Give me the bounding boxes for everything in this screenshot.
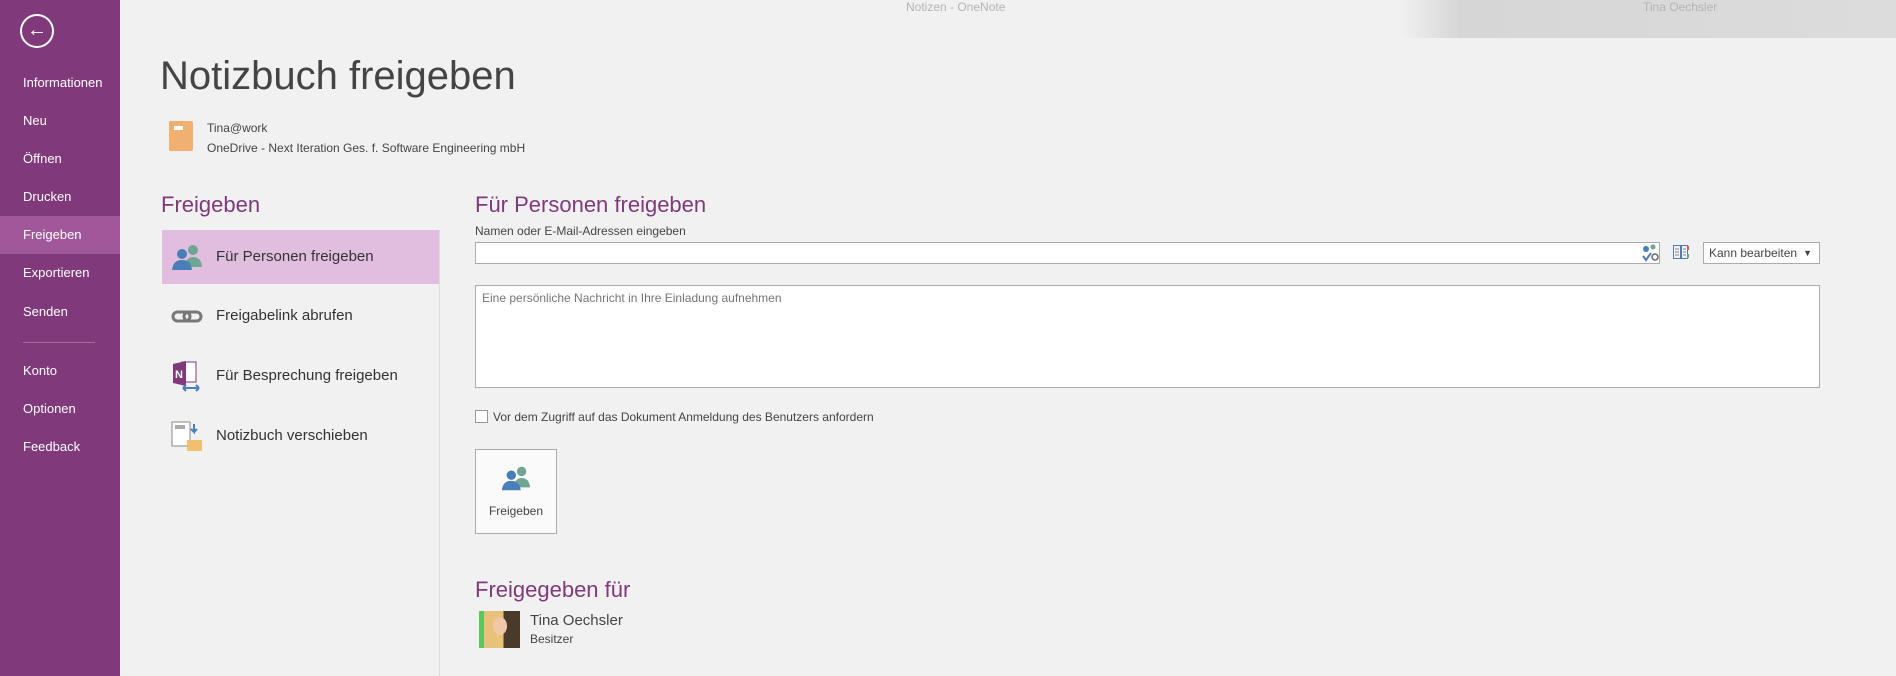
menu-label: Notizbuch verschieben bbox=[216, 427, 368, 444]
message-textarea[interactable] bbox=[475, 285, 1820, 388]
permission-dropdown[interactable]: Kann bearbeiten ▼ bbox=[1703, 242, 1820, 264]
panel-divider bbox=[439, 230, 440, 676]
require-signin-checkbox[interactable] bbox=[475, 410, 488, 423]
menu-label: Für Personen freigeben bbox=[216, 248, 374, 265]
nav-oeffnen[interactable]: Öffnen bbox=[0, 140, 120, 178]
nav-drucken[interactable]: Drucken bbox=[0, 178, 120, 216]
menu-share-people[interactable]: Für Personen freigeben bbox=[162, 230, 439, 284]
move-notebook-icon bbox=[171, 421, 202, 451]
address-book-icon[interactable] bbox=[1673, 245, 1689, 259]
nav-konto[interactable]: Konto bbox=[0, 352, 120, 390]
menu-move-notebook[interactable]: Notizbuch verschieben bbox=[162, 409, 439, 463]
back-arrow-icon: ← bbox=[27, 19, 47, 41]
menu-label: Freigabelink abrufen bbox=[216, 307, 353, 324]
people-icon bbox=[501, 466, 531, 491]
people-icon bbox=[172, 245, 202, 270]
check-names-icon[interactable] bbox=[1641, 244, 1659, 262]
svg-text:N: N bbox=[175, 369, 183, 381]
share-button[interactable]: Freigeben bbox=[475, 449, 557, 534]
share-menu-heading: Freigeben bbox=[161, 192, 261, 217]
menu-share-link[interactable]: Freigabelink abrufen bbox=[162, 289, 439, 343]
chevron-down-icon: ▼ bbox=[1803, 248, 1812, 258]
nav-feedback[interactable]: Feedback bbox=[0, 428, 120, 466]
require-signin-label: Vor dem Zugriff auf das Dokument Anmeldu… bbox=[493, 410, 874, 424]
avatar bbox=[479, 611, 520, 648]
nav-exportieren[interactable]: Exportieren bbox=[0, 254, 120, 292]
share-people-heading: Für Personen freigeben bbox=[475, 192, 707, 217]
notebook-location: OneDrive - Next Iteration Ges. f. Softwa… bbox=[207, 141, 526, 155]
share-button-label: Freigeben bbox=[488, 504, 544, 518]
names-label: Namen oder E-Mail-Adressen eingeben bbox=[475, 224, 686, 238]
person-role: Besitzer bbox=[530, 632, 574, 646]
nav-optionen[interactable]: Optionen bbox=[0, 390, 120, 428]
backstage-sidebar: ← Informationen Neu Öffnen Drucken Freig… bbox=[0, 0, 120, 676]
nav-divider bbox=[23, 342, 95, 343]
account-name[interactable]: Tina Oechsler bbox=[1643, 0, 1717, 14]
shared-with-heading: Freigegeben für bbox=[475, 577, 631, 602]
menu-label: Für Besprechung freigeben bbox=[216, 367, 398, 384]
notebook-name: Tina@work bbox=[207, 121, 268, 135]
nav-senden[interactable]: Senden bbox=[0, 293, 120, 331]
names-input[interactable] bbox=[475, 242, 1660, 264]
notebook-icon bbox=[169, 121, 193, 151]
link-icon bbox=[171, 310, 203, 323]
permission-value: Kann bearbeiten bbox=[1709, 246, 1798, 260]
person-name: Tina Oechsler bbox=[530, 612, 623, 629]
menu-share-meeting[interactable]: N Für Besprechung freigeben bbox=[162, 349, 439, 403]
window-title: Notizen - OneNote bbox=[906, 0, 1006, 14]
page-title: Notizbuch freigeben bbox=[160, 54, 516, 98]
nav-freigeben[interactable]: Freigeben bbox=[0, 216, 120, 254]
onenote-meeting-icon: N bbox=[173, 361, 200, 392]
nav-neu[interactable]: Neu bbox=[0, 102, 120, 140]
back-button[interactable]: ← bbox=[20, 14, 54, 48]
nav-informationen[interactable]: Informationen bbox=[0, 64, 120, 102]
